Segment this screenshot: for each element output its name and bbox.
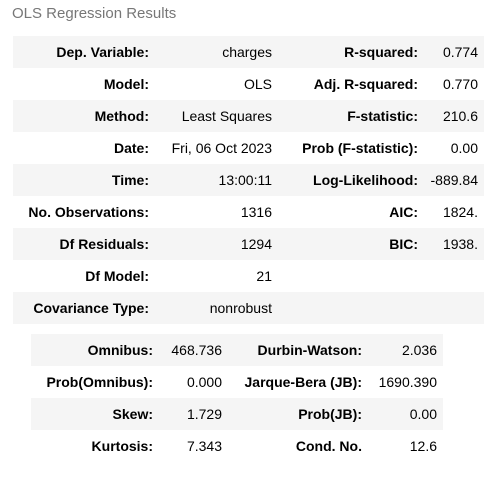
stat-value: 1824. [442,204,478,220]
summary-row: Method: Least Squares F-statistic: 210.6 [13,100,484,132]
stat-label [278,260,424,292]
stat-label: R-squared: [344,44,418,60]
diagnostics-body: Omnibus: 468.736 Durbin-Watson: 2.036 Prob(O… [31,334,443,462]
summary-row: Df Model: 21 [13,260,484,292]
stat-label: No. Observations: [28,204,149,220]
stat-label: Cond. No. [295,438,362,454]
stat-value: 21 [256,268,272,284]
stat-value: 1294 [240,236,272,252]
stat-label: Omnibus: [87,342,153,358]
stat-value: 0.000 [186,374,222,390]
stat-label: Skew: [112,406,153,422]
stat-label: Df Model: [85,268,149,284]
stat-label: Method: [94,108,149,124]
stat-label: Date: [113,140,149,156]
stat-value: 468.736 [171,342,222,358]
stat-label [278,292,424,324]
stat-value: -889.84 [430,172,478,188]
stat-label: Df Residuals: [59,236,149,252]
stat-label: Adj. R-squared: [313,76,418,92]
stat-label: Covariance Type: [33,300,149,316]
stat-label: Prob(Omnibus): [46,374,153,390]
stat-value: 12.6 [409,438,437,454]
stat-value: 1316 [240,204,272,220]
stat-label: Kurtosis: [91,438,153,454]
summary-row: Date: Fri, 06 Oct 2023 Prob (F-statistic):… [13,132,484,164]
stat-label: F-statistic: [347,108,418,124]
stat-label: AIC: [389,204,418,220]
stat-value: OLS [243,76,272,92]
diagnostics-row: Skew: 1.729 Prob(JB): 0.00 [31,398,443,430]
stat-value: 0.00 [450,140,478,156]
stat-label: Log-Likelihood: [313,172,418,188]
table-caption: OLS Regression Results [12,5,177,22]
stat-value: nonrobust [209,300,272,316]
stat-value: 0.770 [442,76,478,92]
stat-value [424,260,484,292]
stat-value: 1690.390 [378,374,437,390]
stat-value: charges [222,44,272,60]
summary-row: Time: 13:00:11 Log-Likelihood: -889.84 [13,164,484,196]
stat-label: Durbin-Watson: [257,342,362,358]
summary-row: Dep. Variable: charges R-squared: 0.774 [13,36,484,68]
diagnostics-row: Prob(Omnibus): 0.000 Jarque-Bera (JB): 1690… [31,366,443,398]
stat-value: Fri, 06 Oct 2023 [171,140,272,156]
stat-value: 7.343 [186,438,222,454]
stat-value: Least Squares [181,108,272,124]
stat-value: 1938. [442,236,478,252]
summary-row: Df Residuals: 1294 BIC: 1938. [13,228,484,260]
stat-label: Dep. Variable: [56,44,149,60]
stat-value: 210.6 [442,108,478,124]
stat-value: 1.729 [186,406,222,422]
stat-value: 13:00:11 [218,172,272,188]
stat-label: BIC: [389,236,418,252]
stat-value: 0.00 [409,406,437,422]
stat-label: Prob (F-statistic): [302,140,418,156]
stat-label: Jarque-Bera (JB): [244,374,362,390]
regression-summary-body: Dep. Variable: charges R-squared: 0.774 Mode… [13,36,484,324]
stat-value: 2.036 [401,342,437,358]
stat-label: Model: [103,76,149,92]
regression-summary-table: Dep. Variable: charges R-squared: 0.774 Mode… [13,36,484,324]
stat-value [424,292,484,324]
diagnostics-table: Omnibus: 468.736 Durbin-Watson: 2.036 Prob(O… [31,334,443,462]
stat-label: Time: [111,172,149,188]
diagnostics-row: Omnibus: 468.736 Durbin-Watson: 2.036 [31,334,443,366]
summary-row: No. Observations: 1316 AIC: 1824. [13,196,484,228]
summary-row: Covariance Type: nonrobust [13,292,484,324]
diagnostics-row: Kurtosis: 7.343 Cond. No. 12.6 [31,430,443,462]
summary-row: Model: OLS Adj. R-squared: 0.770 [13,68,484,100]
stat-label: Prob(JB): [298,406,362,422]
stat-value: 0.774 [442,44,478,60]
